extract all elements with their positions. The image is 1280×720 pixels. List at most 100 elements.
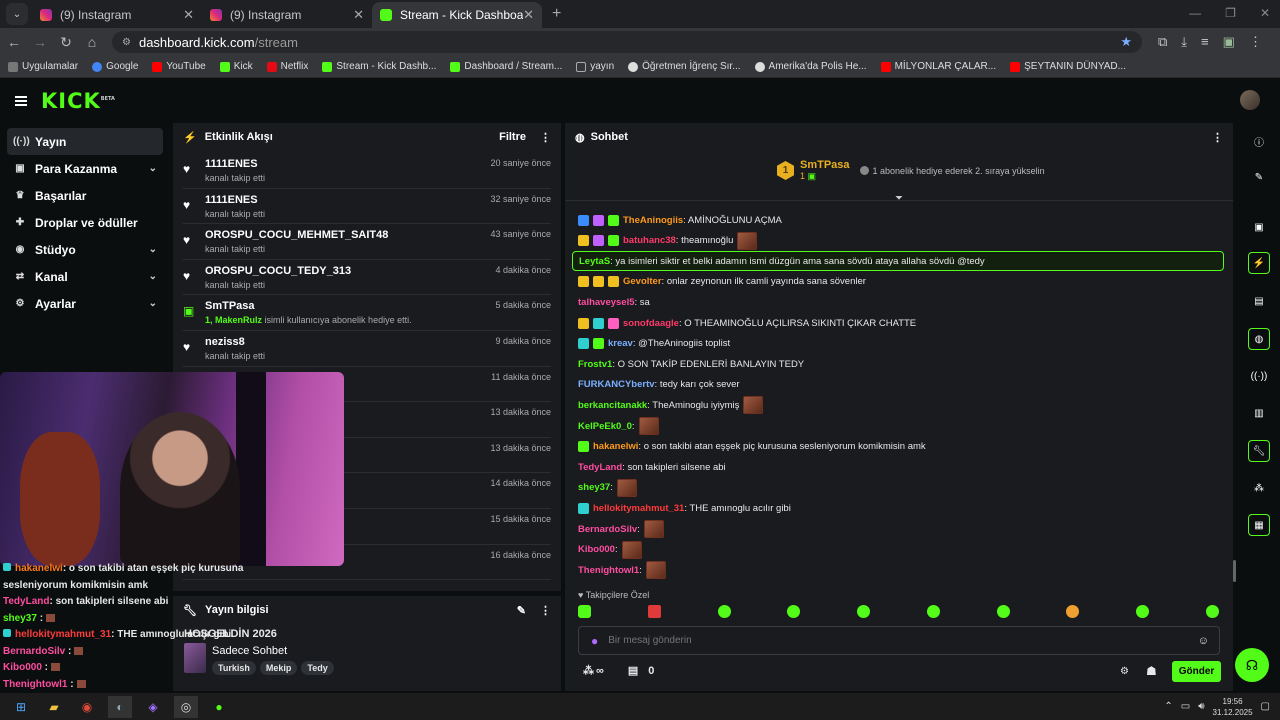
emote-icon[interactable]	[1205, 605, 1219, 618]
chrome-icon[interactable]: ◉	[75, 696, 99, 718]
chat-username[interactable]: TedyLand	[578, 462, 622, 473]
bookmark-item[interactable]: MİLYONLAR ÇALAR...	[880, 61, 996, 72]
emote-icon[interactable]	[1066, 605, 1080, 618]
info-icon[interactable]: ⓘ	[1248, 130, 1270, 152]
volume-icon[interactable]: 🔊︎	[1198, 701, 1204, 712]
chat-message[interactable]: LeytaS: ya isimleri siktir et belki adam…	[572, 251, 1224, 272]
sidebar-item-ayarlar[interactable]: ⚙ Ayarlar ⌄	[7, 290, 163, 317]
menu-icon[interactable]: ⋮	[1249, 34, 1262, 50]
bookmark-item[interactable]: Google	[92, 61, 138, 72]
browser-tab[interactable]: (9) Instagram ✕	[202, 2, 372, 28]
obs-icon[interactable]: ◎	[174, 695, 198, 718]
reload-icon[interactable]: ↻	[54, 34, 78, 51]
users-icon[interactable]: ⁂	[1248, 477, 1270, 499]
bookmark-item[interactable]: Uygulamalar	[8, 61, 78, 72]
chat-message[interactable]: KelPeEk0_0:	[578, 416, 659, 436]
chat-username[interactable]: kreav	[608, 338, 633, 349]
chat-message[interactable]: TedyLand: son takipleri silsene abi	[578, 457, 726, 477]
emote-icon[interactable]	[926, 605, 940, 618]
chat-message[interactable]: kreav: @TheAninogiis toplist	[578, 334, 730, 354]
chat-message[interactable]: sonofdaagle: O THEAMINOĞLU AÇILIRSA SIKI…	[578, 313, 916, 333]
chat-username[interactable]: berkancitanakk	[578, 400, 647, 411]
kick-app-icon[interactable]: ●	[207, 696, 231, 718]
close-tab-icon[interactable]: ✕	[183, 7, 194, 23]
chat-icon[interactable]: ◍	[1248, 328, 1270, 350]
emote-icon[interactable]	[857, 605, 871, 618]
support-headset-icon[interactable]: ☊	[1235, 648, 1269, 682]
new-tab-button[interactable]: +	[552, 5, 561, 23]
site-info-icon[interactable]: ⚙	[122, 37, 131, 48]
chat-message[interactable]: Frostv1: O SON TAKİP EDENLERİ BANLAYIN T…	[578, 354, 804, 374]
emote-icon[interactable]	[717, 605, 731, 618]
broadcast-icon[interactable]: ((·))	[1248, 365, 1270, 387]
kick-logo[interactable]: KICKBETA	[41, 89, 115, 113]
activity-username[interactable]: OROSPU_COCU_MEHMET_SAIT48	[205, 229, 388, 241]
kicks-icon[interactable]: ⁂	[583, 664, 594, 677]
chat-message[interactable]: batuhanc38: theamınoğlu	[578, 231, 758, 251]
file-explorer-icon[interactable]: ▰	[42, 696, 66, 718]
chat-username[interactable]: BernardoSilv	[578, 524, 637, 535]
chat-message[interactable]: talhaveysel5: sa	[578, 292, 650, 312]
emoji-picker-icon[interactable]: ☺	[1198, 635, 1209, 647]
extensions-icon[interactable]: ⧉	[1158, 34, 1167, 50]
more-options-icon[interactable]: ⋮	[540, 604, 551, 617]
activity-username[interactable]: 1111ENES	[205, 194, 265, 206]
chat-username[interactable]: LeytaS	[579, 256, 610, 267]
chat-username[interactable]: TheAninogiis	[623, 215, 683, 226]
minimize-icon[interactable]: —	[1189, 6, 1201, 20]
browser-tab-active[interactable]: Stream - Kick Dashboard ✕	[372, 2, 542, 28]
bookmark-item[interactable]: Dashboard / Stream...	[450, 61, 562, 72]
bookmark-item[interactable]: YouTube	[152, 61, 206, 72]
bookmark-star-icon[interactable]: ★	[1120, 34, 1132, 50]
restore-icon[interactable]: ❐	[1225, 6, 1236, 20]
chat-username[interactable]: shey37	[578, 482, 610, 493]
send-button[interactable]: Gönder	[1172, 661, 1221, 682]
lightning-icon[interactable]: ⚡	[1248, 252, 1270, 274]
chat-username[interactable]: Frostv1	[578, 359, 612, 370]
document-icon[interactable]: ▤	[1248, 290, 1270, 312]
chat-username[interactable]: FURKANCYbertv	[578, 379, 655, 390]
emote-icon[interactable]	[787, 605, 801, 618]
hamburger-menu-icon[interactable]	[15, 94, 27, 108]
discord-icon[interactable]: ◈	[141, 696, 165, 718]
download-icon[interactable]: ⤓	[1181, 34, 1187, 50]
chat-message[interactable]: FURKANCYbertv: tedy karı çok sever	[578, 375, 740, 395]
activity-username[interactable]: 1111ENES	[205, 158, 265, 170]
chat-username[interactable]: hakanelwi	[593, 441, 638, 452]
chat-username[interactable]: Gevolter	[623, 276, 662, 287]
edit-icon[interactable]: ✎	[517, 604, 526, 617]
bookmark-item[interactable]: Amerika'da Polis He...	[754, 61, 867, 72]
close-tab-icon[interactable]: ✕	[353, 7, 364, 23]
stack-icon[interactable]: ▥	[1248, 402, 1270, 424]
activity-username[interactable]: neziss8	[205, 336, 265, 348]
tray-chevron-icon[interactable]: ⌃	[1164, 701, 1172, 712]
back-icon[interactable]: ←	[2, 34, 26, 50]
activity-username[interactable]: OROSPU_COCU_TEDY_313	[205, 265, 351, 277]
bookmark-item[interactable]: Netflix	[266, 61, 308, 72]
microphone-icon[interactable]: ●	[591, 634, 598, 648]
chat-message[interactable]: hellokitymahmut_31: THE amınoglu acılır …	[578, 498, 791, 518]
notification-icon[interactable]: ▢	[1261, 701, 1270, 712]
chat-username[interactable]: sonofdaagle	[623, 318, 679, 329]
chat-username[interactable]: Thenightowl1	[578, 565, 639, 576]
close-tab-icon[interactable]: ✕	[523, 7, 534, 23]
emote-icon[interactable]	[578, 605, 591, 618]
chat-username[interactable]: batuhanc38	[623, 235, 676, 246]
close-window-icon[interactable]: ✕	[1260, 6, 1270, 20]
activity-username[interactable]: SmTPasa	[205, 300, 412, 312]
media-icon[interactable]: ≡	[1201, 34, 1209, 50]
home-icon[interactable]: ⌂	[80, 34, 104, 50]
pencil-icon[interactable]: ✎	[1248, 166, 1270, 188]
bookmark-item[interactable]: Stream - Kick Dashb...	[322, 61, 436, 72]
sidebar-item-studyo[interactable]: ◉ Stüdyo ⌄	[7, 236, 163, 263]
chat-message[interactable]: hakanelwi: o son takibi atan eşşek piç k…	[578, 437, 926, 457]
sidebar-item-basarilar[interactable]: ♛ Başarılar	[7, 182, 163, 209]
chat-message[interactable]: shey37:	[578, 478, 637, 498]
chat-username[interactable]: talhaveysel5	[578, 297, 635, 308]
url-input[interactable]: ⚙ dashboard.kick.com/stream ★	[112, 31, 1142, 53]
network-icon[interactable]: ▭	[1181, 701, 1190, 712]
leader-name[interactable]: SmTPasa	[800, 159, 850, 171]
chat-message[interactable]: berkancitanakk: TheAminoglu iyiymiş	[578, 395, 764, 415]
clock[interactable]: 19:56 31.12.2025	[1213, 696, 1253, 718]
emote-icon[interactable]	[996, 605, 1010, 618]
